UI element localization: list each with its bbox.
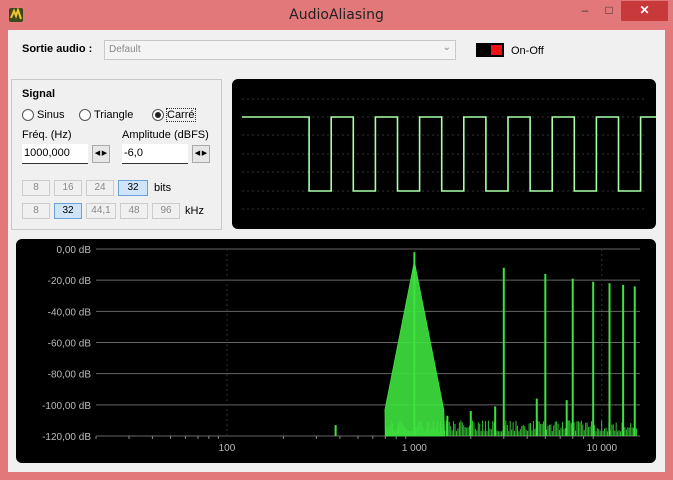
bits-label: bits	[154, 182, 172, 194]
toggle-indicator	[491, 45, 502, 55]
onoff-label: On-Off	[511, 45, 544, 57]
maximize-button[interactable]: □	[598, 1, 620, 21]
x-tick-label: 1 000	[402, 443, 427, 454]
radio-sinus-label: Sinus	[37, 109, 65, 121]
radio-sinus[interactable]	[22, 109, 34, 121]
minimize-button[interactable]: –	[574, 1, 596, 21]
spectrum-chart: 0,00 dB -20,00 dB -40,00 dB -60,00 dB -80,00…	[42, 245, 640, 454]
bits-option-16[interactable]: 16	[54, 180, 82, 196]
frequency-label: Fréq. (Hz)	[22, 129, 72, 141]
khz-label: kHz	[185, 205, 204, 217]
audio-device-select[interactable]: Default ⌄	[104, 40, 456, 60]
amplitude-input[interactable]: -6,0	[122, 144, 188, 164]
window-title: AudioAliasing	[289, 7, 384, 23]
oscilloscope-chart	[242, 98, 673, 210]
bits-option-8[interactable]: 8	[22, 180, 50, 196]
main-panel: Sortie audio : Default ⌄ On-Off Signal S…	[8, 30, 673, 472]
title-bar[interactable]: AudioAliasing – □ ✕	[0, 0, 673, 30]
audio-device-value: Default	[109, 44, 141, 55]
y-tick-label: -100,00 dB	[42, 401, 91, 412]
x-tick-label: 100	[219, 443, 236, 454]
khz-option-96[interactable]: 96	[152, 203, 180, 219]
app-window: AudioAliasing – □ ✕ Sortie audio : Defau…	[0, 0, 673, 480]
chevron-down-icon: ⌄	[442, 42, 451, 53]
y-tick-label: -20,00 dB	[48, 276, 92, 287]
onoff-toggle[interactable]	[476, 43, 504, 57]
khz-option-48[interactable]: 48	[120, 203, 148, 219]
y-tick-label: -40,00 dB	[48, 307, 92, 318]
amplitude-label: Amplitude (dBFS)	[122, 129, 209, 141]
radio-carre-label: Carré	[166, 108, 196, 122]
radio-triangle[interactable]	[79, 109, 91, 121]
audio-output-label: Sortie audio :	[22, 43, 93, 55]
y-tick-label: -80,00 dB	[48, 370, 92, 381]
signal-title: Signal	[22, 88, 56, 100]
frequency-stepper[interactable]: ◀ ▶	[92, 145, 110, 163]
bits-option-32[interactable]: 32	[118, 180, 148, 196]
amplitude-stepper[interactable]: ◀ ▶	[192, 145, 210, 163]
spectrum-display: 0,00 dB -20,00 dB -40,00 dB -60,00 dB -80,00…	[16, 239, 656, 463]
radio-triangle-label: Triangle	[94, 109, 134, 121]
bits-option-24[interactable]: 24	[86, 180, 114, 196]
frequency-input[interactable]: 1000,000	[22, 144, 88, 164]
y-tick-label: -60,00 dB	[48, 339, 92, 350]
signal-panel: Signal Sinus Triangle Carré Fréq. (Hz) 1…	[11, 79, 222, 230]
fundamental-skirt	[384, 261, 446, 437]
oscilloscope-display	[232, 79, 673, 229]
khz-option-8[interactable]: 8	[22, 203, 50, 219]
radio-carre[interactable]	[152, 109, 164, 121]
close-button[interactable]: ✕	[621, 1, 668, 21]
x-tick-label: 10 000	[586, 443, 617, 454]
y-tick-label: -120,00 dB	[42, 432, 91, 443]
khz-option-44-1[interactable]: 44,1	[86, 203, 116, 219]
khz-option-32[interactable]: 32	[54, 203, 82, 219]
y-tick-label: 0,00 dB	[57, 245, 92, 256]
